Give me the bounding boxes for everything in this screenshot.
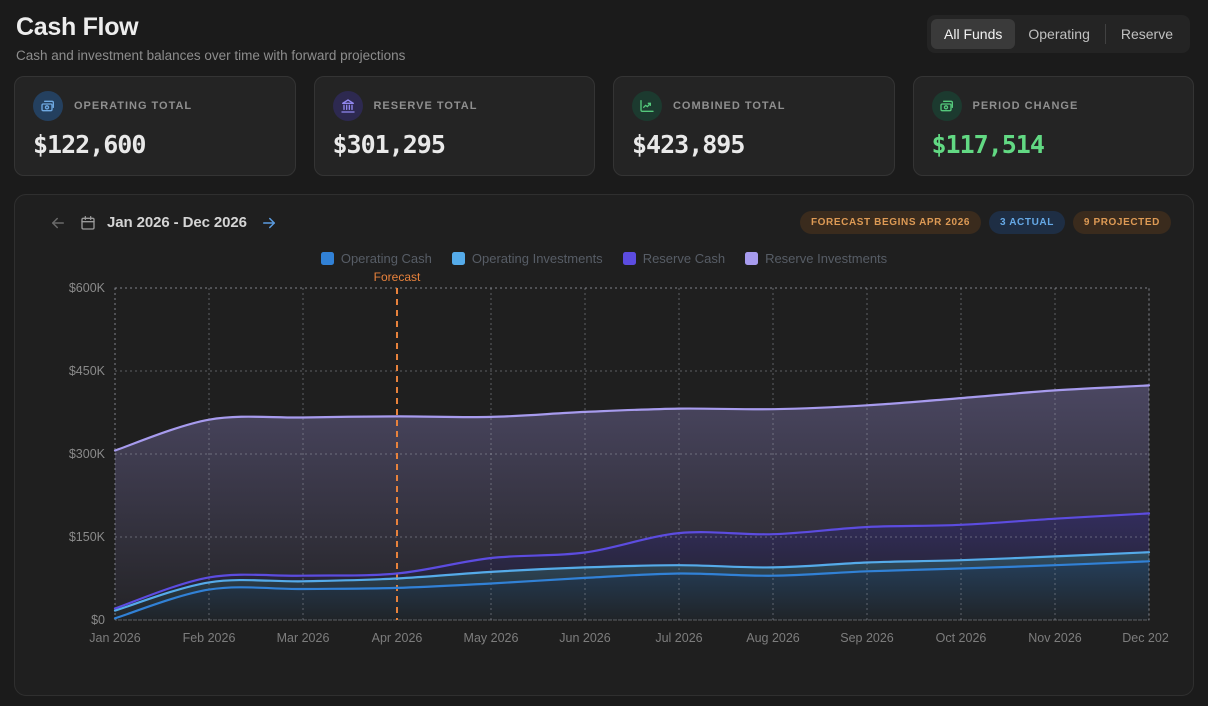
legend-item-0[interactable]: Operating Cash xyxy=(321,251,432,266)
legend-label: Reserve Cash xyxy=(643,251,725,266)
card-label: RESERVE TOTAL xyxy=(374,100,478,112)
card-value: $423,895 xyxy=(632,130,876,159)
legend-swatch xyxy=(745,252,758,265)
card-value: $117,514 xyxy=(932,130,1176,159)
x-axis-tick: Dec 2026 xyxy=(1122,631,1169,645)
card-label: COMBINED TOTAL xyxy=(673,100,785,112)
x-axis-tick: Jan 2026 xyxy=(89,631,140,645)
page-title: Cash Flow xyxy=(16,13,405,42)
card-label: PERIOD CHANGE xyxy=(973,100,1079,112)
x-axis-tick: Jun 2026 xyxy=(559,631,610,645)
stat-cards-row: OPERATING TOTAL $122,600 RESERVE TOTAL $… xyxy=(14,76,1194,176)
arrow-left-icon xyxy=(49,214,67,232)
x-axis-tick: Apr 2026 xyxy=(372,631,423,645)
x-axis-tick: Oct 2026 xyxy=(936,631,987,645)
legend-item-3[interactable]: Reserve Investments xyxy=(745,251,887,266)
legend-item-1[interactable]: Operating Investments xyxy=(452,251,603,266)
legend-swatch xyxy=(452,252,465,265)
card-value: $301,295 xyxy=(333,130,577,159)
legend-label: Operating Investments xyxy=(472,251,603,266)
legend-label: Reserve Investments xyxy=(765,251,887,266)
app-header: Cash Flow Cash and investment balances o… xyxy=(0,0,1208,73)
chart-up-icon xyxy=(632,91,662,121)
y-axis-tick: $600K xyxy=(69,281,106,295)
tab-all-funds[interactable]: All Funds xyxy=(931,19,1015,49)
arrow-right-icon xyxy=(260,214,278,232)
cash-flow-panel: Jan 2026 - Dec 2026 FORECAST BEGINS APR … xyxy=(14,194,1194,696)
x-axis-tick: Nov 2026 xyxy=(1028,631,1082,645)
next-period-button[interactable] xyxy=(258,212,280,234)
projected-count-badge: 9 PROJECTED xyxy=(1073,211,1171,234)
banknote-icon xyxy=(33,91,63,121)
prev-period-button[interactable] xyxy=(47,212,69,234)
legend-swatch xyxy=(623,252,636,265)
legend-swatch xyxy=(321,252,334,265)
x-axis-tick: May 2026 xyxy=(464,631,519,645)
chart-badges: FORECAST BEGINS APR 2026 3 ACTUAL 9 PROJ… xyxy=(800,211,1171,234)
panel-header: Jan 2026 - Dec 2026 FORECAST BEGINS APR … xyxy=(37,211,1171,234)
tab-operating[interactable]: Operating xyxy=(1015,19,1102,49)
page-subtitle: Cash and investment balances over time w… xyxy=(16,48,405,63)
date-range-label: Jan 2026 - Dec 2026 xyxy=(107,214,247,231)
y-axis-tick: $0 xyxy=(91,613,105,627)
y-axis-tick: $150K xyxy=(69,530,106,544)
x-axis-tick: Mar 2026 xyxy=(277,631,330,645)
title-block: Cash Flow Cash and investment balances o… xyxy=(16,13,405,63)
x-axis-tick: Jul 2026 xyxy=(655,631,702,645)
forecast-begins-badge: FORECAST BEGINS APR 2026 xyxy=(800,211,981,234)
y-axis-tick: $300K xyxy=(69,447,106,461)
landmark-icon xyxy=(333,91,363,121)
x-axis-tick: Sep 2026 xyxy=(840,631,894,645)
card-value: $122,600 xyxy=(33,130,277,159)
calendar-icon xyxy=(80,215,96,231)
cashflow-chart: Forecast $0 $150K $300K $450K $600K Jan 2026 Fe… xyxy=(37,268,1169,658)
tab-divider xyxy=(1105,24,1106,44)
legend-item-2[interactable]: Reserve Cash xyxy=(623,251,725,266)
actual-count-badge: 3 ACTUAL xyxy=(989,211,1065,234)
card-reserve-total: RESERVE TOTAL $301,295 xyxy=(314,76,596,176)
card-combined-total: COMBINED TOTAL $423,895 xyxy=(613,76,895,176)
x-axis-tick: Feb 2026 xyxy=(183,631,236,645)
card-operating-total: OPERATING TOTAL $122,600 xyxy=(14,76,296,176)
card-period-change: PERIOD CHANGE $117,514 xyxy=(913,76,1195,176)
card-label: OPERATING TOTAL xyxy=(74,100,192,112)
forecast-label: Forecast xyxy=(374,270,421,284)
tab-reserve[interactable]: Reserve xyxy=(1108,19,1186,49)
date-range-nav: Jan 2026 - Dec 2026 xyxy=(47,212,280,234)
fund-tab-group: All Funds Operating Reserve xyxy=(927,15,1190,53)
x-axis-tick: Aug 2026 xyxy=(746,631,800,645)
y-axis-tick: $450K xyxy=(69,364,106,378)
legend-label: Operating Cash xyxy=(341,251,432,266)
chart-legend: Operating Cash Operating Investments Reser… xyxy=(37,251,1171,266)
banknote-icon xyxy=(932,91,962,121)
